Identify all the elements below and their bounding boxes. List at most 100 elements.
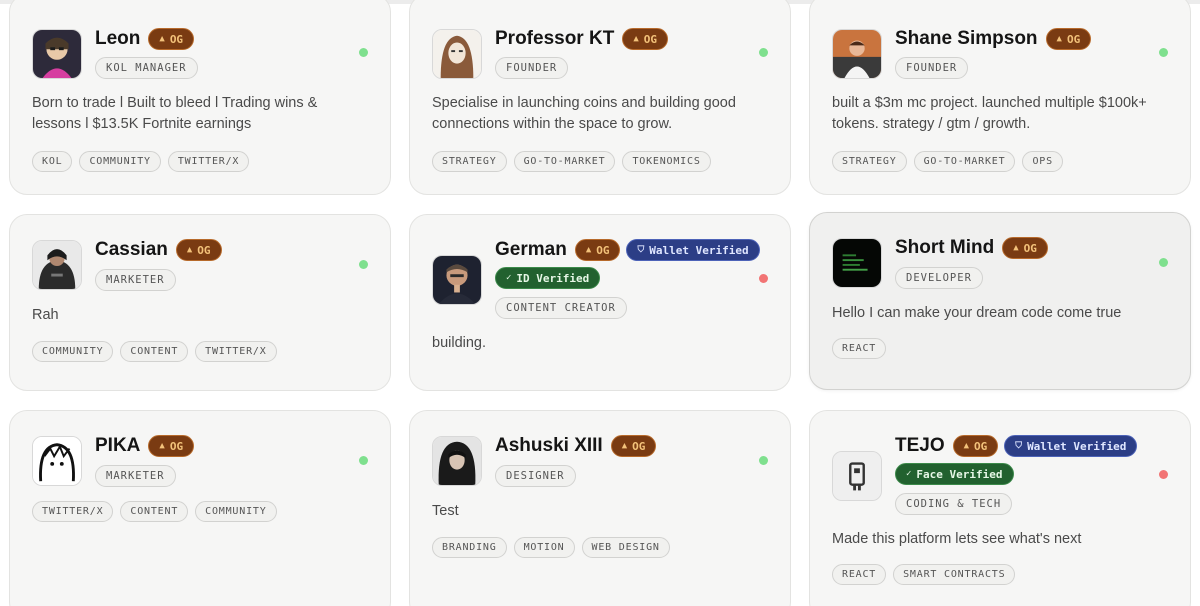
title-row: Professor KT ▲ OG <box>495 28 765 50</box>
tag[interactable]: TWITTER/X <box>32 501 114 522</box>
tag[interactable]: GO-TO-MARKET <box>913 151 1016 172</box>
tag[interactable]: MOTION <box>513 537 575 558</box>
tag[interactable]: TOKENOMICS <box>622 151 711 172</box>
check-circle-icon: ✓ <box>906 469 912 479</box>
profile-bio: built a $3m mc project. launched multipl… <box>832 95 1147 132</box>
tag[interactable]: CONTENT <box>120 501 189 522</box>
tag[interactable]: SMART CONTRACTS <box>893 564 1016 585</box>
profile-name: German <box>495 239 567 260</box>
online-status-icon <box>359 456 368 465</box>
face-verified-badge: ✓ Face Verified <box>895 463 1014 485</box>
profile-name: Leon <box>95 28 141 49</box>
profile-bio: Hello I can make your dream code come tr… <box>832 305 1122 321</box>
role-pill: MARKETER <box>95 465 176 487</box>
tag[interactable]: TWITTER/X <box>167 151 250 172</box>
profile-name: TEJO <box>895 435 945 456</box>
offline-status-icon <box>759 274 768 283</box>
tag-list: REACT <box>832 338 887 359</box>
profile-card-shane-simpson[interactable]: Shane Simpson ▲ OG FOUNDER built a $3m mc… <box>809 0 1191 195</box>
tag-list: STRATEGY GO-TO-MARKET OPS <box>832 151 1063 172</box>
warning-triangle-icon: ▲ <box>621 441 628 451</box>
avatar <box>32 240 82 290</box>
id-verified-badge: ✓ ID Verified <box>495 267 601 289</box>
profile-name: Shane Simpson <box>895 28 1038 49</box>
og-badge: ▲ OG <box>574 239 621 261</box>
tag[interactable]: CONTENT <box>120 341 189 362</box>
warning-triangle-icon: ▲ <box>1013 243 1019 253</box>
tag[interactable]: STRATEGY <box>832 151 907 172</box>
profile-card-short-mind[interactable]: Short Mind ▲ OG DEVELOPER Hello I can mak… <box>809 212 1191 390</box>
og-badge: ▲ OG <box>148 435 195 457</box>
profile-name: Professor KT <box>495 28 615 49</box>
warning-triangle-icon: ▲ <box>585 245 592 255</box>
title-row: TEJO ▲ OG ⛉ Wallet Verified ✓ Face Verified <box>895 435 1165 485</box>
og-badge: ▲ OG <box>1002 237 1048 259</box>
profile-card-leon[interactable]: Leon ▲ OG KOL MANAGER Born to trade l Bui… <box>9 0 391 195</box>
tag-list: TWITTER/X CONTENT COMMUNITY <box>32 501 277 522</box>
tag[interactable]: COMMUNITY <box>195 501 277 522</box>
wallet-verified-badge: ⛉ Wallet Verified <box>626 239 760 261</box>
profile-card-cassian[interactable]: Cassian ▲ OG MARKETER Rah COMMUNITY CONTE… <box>9 214 391 391</box>
online-status-icon <box>1159 258 1168 267</box>
title-row: Cassian ▲ OG <box>95 239 365 261</box>
tag-list: BRANDING MOTION WEB DESIGN <box>432 537 670 558</box>
role-pill: DEVELOPER <box>895 267 983 289</box>
tag-list: KOL COMMUNITY TWITTER/X <box>32 151 250 172</box>
profile-bio: Test <box>432 503 459 519</box>
role-pill: MARKETER <box>95 269 176 291</box>
profile-bio: Rah <box>32 307 59 323</box>
online-status-icon <box>1159 48 1168 57</box>
role-pill: CONTENT CREATOR <box>495 297 627 319</box>
title-row: Shane Simpson ▲ OG <box>895 28 1165 50</box>
title-row: Ashuski XIII ▲ OG <box>495 435 765 457</box>
tag[interactable]: BRANDING <box>432 537 507 558</box>
tag[interactable]: TWITTER/X <box>195 341 277 362</box>
role-pill: FOUNDER <box>895 57 969 79</box>
tag-list: REACT SMART CONTRACTS <box>832 564 1016 585</box>
tag[interactable]: WEB DESIGN <box>581 537 670 558</box>
avatar <box>432 29 482 79</box>
avatar <box>32 29 82 79</box>
title-row: Leon ▲ OG <box>95 28 365 50</box>
profile-name: Short Mind <box>895 237 995 258</box>
online-status-icon <box>359 48 368 57</box>
title-row: Short Mind ▲ OG <box>895 237 1165 259</box>
tag[interactable]: GO-TO-MARKET <box>513 151 616 172</box>
role-pill: FOUNDER <box>495 57 569 79</box>
title-row: PIKA ▲ OG <box>95 435 365 457</box>
tag[interactable]: STRATEGY <box>432 151 507 172</box>
check-circle-icon: ✓ <box>506 273 512 283</box>
tag[interactable]: COMMUNITY <box>79 151 161 172</box>
tag[interactable]: OPS <box>1022 151 1063 172</box>
profile-bio: building. <box>432 335 487 351</box>
warning-triangle-icon: ▲ <box>963 441 970 451</box>
shield-icon: ⛉ <box>637 245 645 255</box>
profile-card-professor-kt[interactable]: Professor KT ▲ OG FOUNDER Specialise in l… <box>409 0 791 195</box>
shield-icon: ⛉ <box>1015 441 1023 451</box>
offline-status-icon <box>1159 470 1168 479</box>
avatar <box>832 29 882 79</box>
tag[interactable]: KOL <box>32 151 73 172</box>
tag[interactable]: COMMUNITY <box>32 341 114 362</box>
og-badge: ▲ OG <box>622 28 668 50</box>
profile-card-tejo[interactable]: TEJO ▲ OG ⛉ Wallet Verified ✓ Face Verified… <box>809 410 1191 606</box>
tag[interactable]: REACT <box>832 338 887 359</box>
profile-name: PIKA <box>95 435 141 456</box>
role-pill: KOL MANAGER <box>95 57 198 79</box>
og-badge: ▲ OG <box>148 28 195 50</box>
online-status-icon <box>759 456 768 465</box>
tag[interactable]: REACT <box>832 564 887 585</box>
warning-triangle-icon: ▲ <box>159 34 165 44</box>
profile-bio: Specialise in launching coins and buildi… <box>432 95 736 132</box>
warning-triangle-icon: ▲ <box>1056 34 1062 44</box>
avatar <box>832 451 882 501</box>
role-pill: DESIGNER <box>495 465 576 487</box>
profile-bio: Born to trade l Built to bleed l Trading… <box>32 95 318 132</box>
role-pill: CODING & TECH <box>895 493 1013 515</box>
profile-card-pika[interactable]: PIKA ▲ OG MARKETER TWITTER/X CONTENT COMM… <box>9 410 391 606</box>
profile-name: Ashuski XIII <box>495 435 603 456</box>
profile-card-ashuski-xiii[interactable]: Ashuski XIII ▲ OG DESIGNER Test BRANDING … <box>409 410 791 606</box>
profile-card-german[interactable]: German ▲ OG ⛉ Wallet Verified ✓ ID Verified… <box>409 214 791 391</box>
avatar <box>432 436 482 486</box>
wallet-verified-badge: ⛉ Wallet Verified <box>1004 435 1138 457</box>
